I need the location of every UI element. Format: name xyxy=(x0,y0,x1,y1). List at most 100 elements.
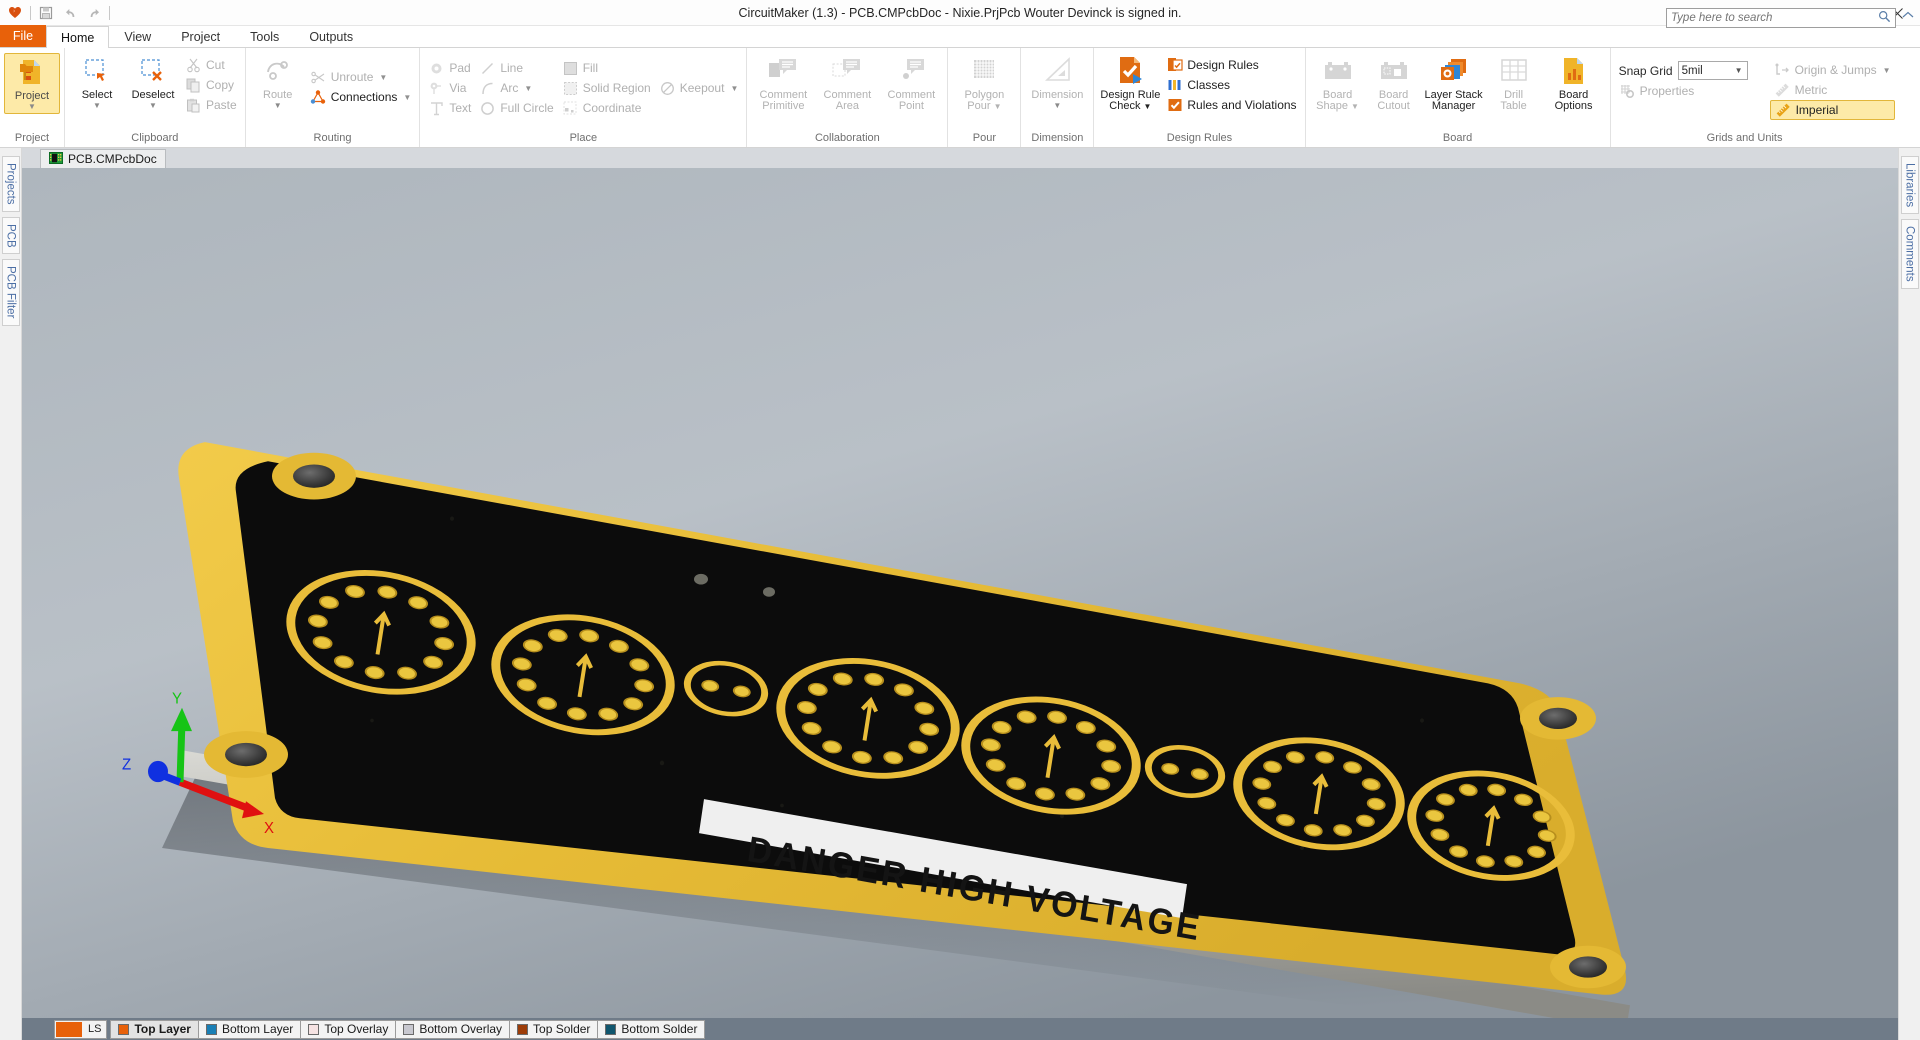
comment-area-label-2: Area xyxy=(836,101,859,112)
collapse-ribbon-icon[interactable] xyxy=(1902,10,1914,22)
copy-button[interactable]: Copy xyxy=(181,75,241,95)
layer-tab-bottom-overlay[interactable]: Bottom Overlay xyxy=(395,1020,510,1039)
ribbon: Project ▼ Project Select ▼ xyxy=(0,48,1920,148)
classes-button[interactable]: Classes xyxy=(1162,75,1300,95)
chevron-down-icon[interactable]: ▼ xyxy=(379,73,387,82)
ribbon-group-board: Board Shape ▼ Board Cutout xyxy=(1305,48,1610,147)
line-button[interactable]: Line xyxy=(475,58,557,78)
chevron-down-icon[interactable]: ▼ xyxy=(149,102,157,110)
metric-button[interactable]: Metric xyxy=(1770,80,1895,100)
chevron-down-icon[interactable]: ▼ xyxy=(28,103,36,111)
chevron-down-icon[interactable]: ▼ xyxy=(403,93,411,102)
mounting-hole xyxy=(204,731,288,778)
project-icon xyxy=(17,56,47,88)
board-shape-button[interactable]: Board Shape ▼ xyxy=(1310,53,1366,114)
paste-button[interactable]: Paste xyxy=(181,95,241,115)
units-controls: Origin & Jumps ▼ Metric xyxy=(1770,58,1895,120)
design-rules-button[interactable]: Design Rules xyxy=(1162,55,1300,75)
board-shape-label-2: Shape ▼ xyxy=(1316,101,1359,112)
place-col-3: Fill Solid Region Coordinate xyxy=(558,56,655,118)
layer-tab-bottom-layer[interactable]: Bottom Layer xyxy=(198,1020,301,1039)
search-input[interactable] xyxy=(1671,12,1878,24)
layer-color-swatch xyxy=(308,1024,319,1035)
sidebar-item-projects[interactable]: Projects xyxy=(2,156,20,212)
board-options-icon xyxy=(1559,55,1589,87)
sidebar-item-libraries[interactable]: Libraries xyxy=(1901,156,1919,214)
tab-outputs[interactable]: Outputs xyxy=(294,25,368,47)
route-button[interactable]: Route ▼ xyxy=(250,53,306,112)
layer-tab-top-solder[interactable]: Top Solder xyxy=(509,1020,598,1039)
sidebar-item-pcb-filter[interactable]: PCB Filter xyxy=(2,259,20,325)
grid-properties-button[interactable]: Properties xyxy=(1615,81,1752,101)
chevron-down-icon[interactable]: ▼ xyxy=(274,102,282,110)
chevron-down-icon[interactable]: ▼ xyxy=(1883,66,1891,75)
pad-button[interactable]: Pad xyxy=(424,58,475,78)
sidebar-item-pcb[interactable]: PCB xyxy=(2,217,20,255)
comment-point-button[interactable]: Comment Point xyxy=(879,53,943,114)
tab-view[interactable]: View xyxy=(109,25,166,47)
fill-button[interactable]: Fill xyxy=(558,58,655,78)
search-box[interactable] xyxy=(1666,8,1896,28)
board-cutout-button[interactable]: Board Cutout xyxy=(1366,53,1422,114)
tab-home[interactable]: Home xyxy=(46,26,109,48)
search-icon[interactable] xyxy=(1878,10,1891,26)
layer-tab-top-overlay[interactable]: Top Overlay xyxy=(300,1020,396,1039)
pcb-3d-canvas[interactable]: DANGER HIGH VOLTAGE X Y Z xyxy=(22,168,1898,1018)
chevron-down-icon[interactable]: ▼ xyxy=(1053,102,1061,110)
project-button[interactable]: Project ▼ xyxy=(4,53,60,114)
document-tab-pcb[interactable]: PCB.CMPcbDoc xyxy=(40,149,166,168)
full-circle-label: Full Circle xyxy=(500,101,553,115)
layer-tab-bottom-solder[interactable]: Bottom Solder xyxy=(597,1020,705,1039)
layer-stack-manager-label-2: Manager xyxy=(1432,101,1475,112)
deselect-button[interactable]: Deselect ▼ xyxy=(125,53,181,112)
select-button[interactable]: Select ▼ xyxy=(69,53,125,112)
origin-jumps-button[interactable]: Origin & Jumps ▼ xyxy=(1770,60,1895,80)
dimension-button[interactable]: Dimension ▼ xyxy=(1025,53,1089,112)
polygon-pour-button[interactable]: Polygon Pour ▼ xyxy=(952,53,1016,114)
paste-icon xyxy=(185,97,202,114)
chevron-down-icon[interactable]: ▼ xyxy=(93,102,101,110)
solid-region-button[interactable]: Solid Region xyxy=(558,78,655,98)
arc-button[interactable]: Arc ▼ xyxy=(475,78,557,98)
comment-area-button[interactable]: Comment Area xyxy=(815,53,879,114)
document-tab-label: PCB.CMPcbDoc xyxy=(68,152,157,166)
left-panel-tabs: Projects PCB PCB Filter xyxy=(0,148,22,1040)
connections-label: Connections xyxy=(331,90,398,104)
rules-violations-button[interactable]: Rules and Violations xyxy=(1162,95,1300,115)
tab-project[interactable]: Project xyxy=(166,25,235,47)
imperial-button[interactable]: Imperial xyxy=(1770,100,1895,120)
connections-button[interactable]: Connections ▼ xyxy=(306,87,416,107)
board-cutout-icon xyxy=(1378,55,1410,87)
cut-icon xyxy=(185,57,202,74)
via-button[interactable]: Via xyxy=(424,78,475,98)
ribbon-group-design-rules-title: Design Rules xyxy=(1098,132,1300,147)
sidebar-item-comments[interactable]: Comments xyxy=(1901,219,1919,289)
board-options-button[interactable]: Board Options xyxy=(1542,53,1606,114)
layer-sets-button[interactable]: LS xyxy=(54,1020,107,1039)
unroute-button[interactable]: Unroute ▼ xyxy=(306,67,416,87)
text-button[interactable]: Text xyxy=(424,98,475,118)
pad-label: Pad xyxy=(449,61,470,75)
coordinate-button[interactable]: Coordinate xyxy=(558,98,655,118)
place-col-4: Keepout ▼ xyxy=(655,56,743,98)
arc-icon xyxy=(479,80,496,97)
tab-file[interactable]: File xyxy=(0,25,46,47)
snap-grid-select[interactable]: 5mil ▼ xyxy=(1678,61,1748,80)
title-bar: CircuitMaker (1.3) - PCB.CMPcbDoc - Nixi… xyxy=(0,0,1920,26)
full-circle-button[interactable]: Full Circle xyxy=(475,98,557,118)
drill-table-button[interactable]: Drill Table xyxy=(1486,53,1542,114)
layer-tab-top-layer[interactable]: Top Layer xyxy=(110,1020,198,1039)
ribbon-tab-bar: File Home View Project Tools Outputs xyxy=(0,26,1920,48)
chevron-down-icon[interactable]: ▼ xyxy=(730,84,738,93)
tab-tools[interactable]: Tools xyxy=(235,25,294,47)
chevron-down-icon[interactable]: ▼ xyxy=(524,84,532,93)
design-rule-check-button[interactable]: Design Rule Check ▼ xyxy=(1098,53,1162,114)
design-rules-commands: Design Rules Classes xyxy=(1162,53,1300,115)
chevron-down-icon[interactable]: ▼ xyxy=(1735,66,1743,75)
keepout-button[interactable]: Keepout ▼ xyxy=(655,78,743,98)
unroute-icon xyxy=(310,69,327,86)
layer-stack-manager-button[interactable]: Layer Stack Manager xyxy=(1422,53,1486,114)
select-button-label: Select xyxy=(82,90,113,101)
comment-primitive-button[interactable]: Comment Primitive xyxy=(751,53,815,114)
cut-button[interactable]: Cut xyxy=(181,55,241,75)
